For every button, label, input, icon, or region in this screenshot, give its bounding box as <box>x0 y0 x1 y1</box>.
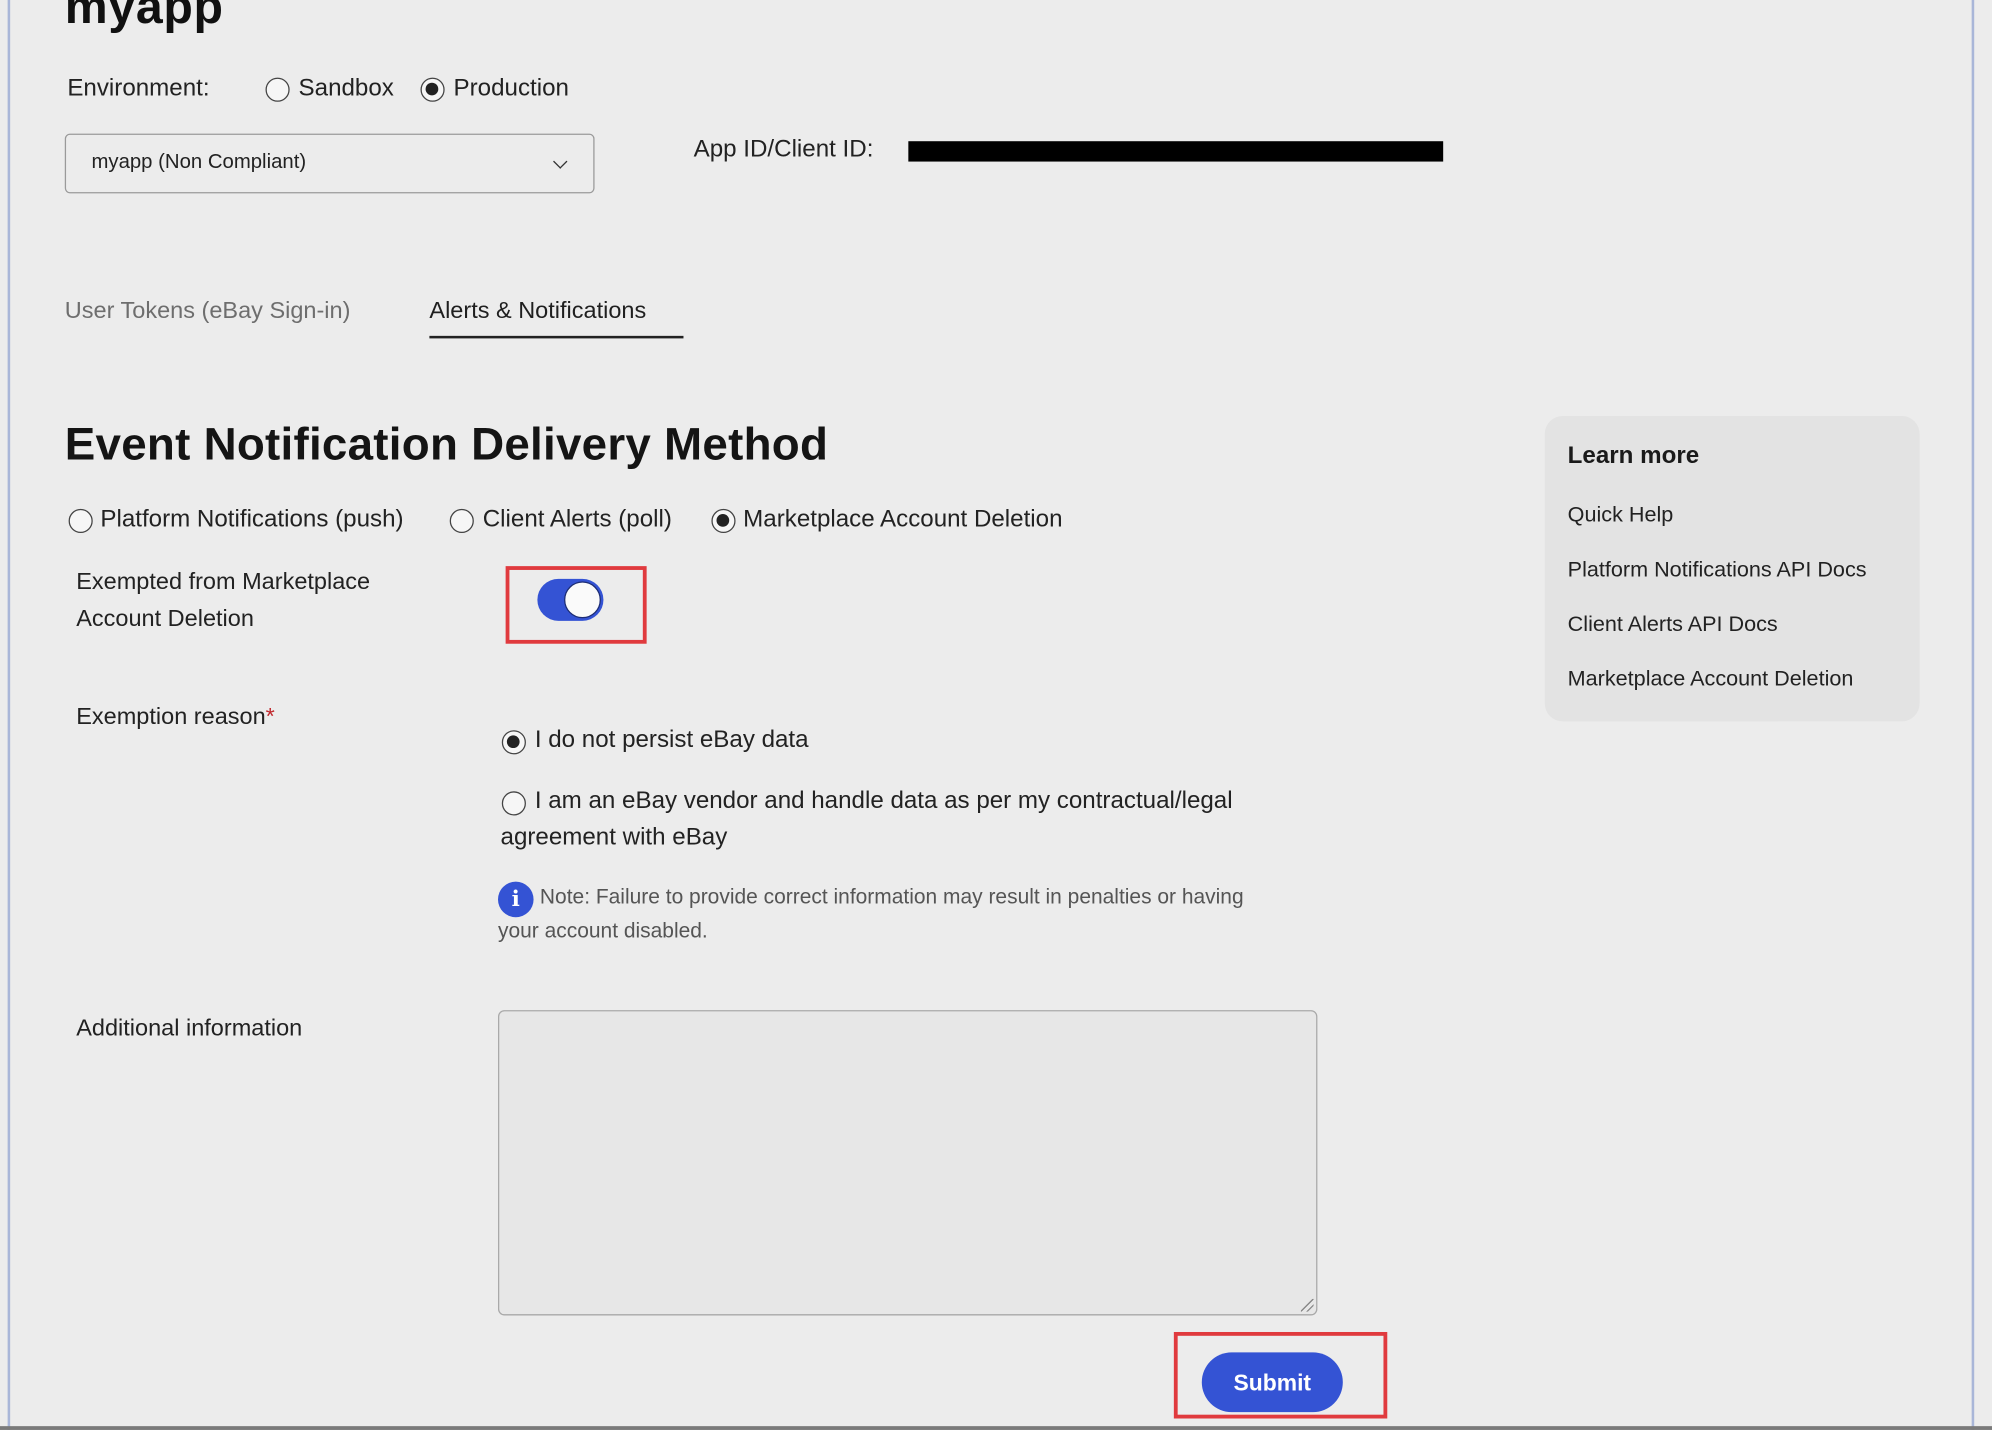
exempted-label-line1: Exempted from Marketplace <box>76 567 371 595</box>
required-mark: * <box>265 702 275 729</box>
reason-no-persist-label[interactable]: I do not persist eBay data <box>535 725 809 756</box>
app-id-redacted <box>908 141 1444 162</box>
delivery-marketplace-deletion-radio[interactable] <box>711 508 736 534</box>
delivery-platform-notifications-label[interactable]: Platform Notifications (push) <box>100 505 403 536</box>
app-select-value: myapp (Non Compliant) <box>91 151 307 174</box>
learn-more-link-quick-help[interactable]: Quick Help <box>1568 503 1674 528</box>
reason-vendor-label-line2[interactable]: agreement with eBay <box>501 823 728 854</box>
exemption-reason-text: Exemption reason <box>76 702 266 729</box>
environment-sandbox-label[interactable]: Sandbox <box>299 74 394 105</box>
delivery-client-alerts-label[interactable]: Client Alerts (poll) <box>483 505 672 536</box>
note-text: Note: Failure to provide correct informa… <box>497 885 1244 943</box>
learn-more-link-marketplace-deletion[interactable]: Marketplace Account Deletion <box>1568 667 1854 692</box>
learn-more-link-platform-notifications[interactable]: Platform Notifications API Docs <box>1568 557 1867 582</box>
app-title: myapp <box>64 0 224 35</box>
tab-alerts-notifications[interactable]: Alerts & Notifications <box>429 295 646 326</box>
info-icon: i <box>497 881 534 918</box>
environment-production-radio[interactable] <box>420 77 445 102</box>
app-id-label: App ID/Client ID: <box>693 136 874 163</box>
reason-vendor-radio[interactable] <box>501 791 526 816</box>
environment-production-label[interactable]: Production <box>454 74 569 105</box>
delivery-marketplace-deletion-label[interactable]: Marketplace Account Deletion <box>743 505 1062 536</box>
tab-user-tokens[interactable]: User Tokens (eBay Sign-in) <box>65 295 351 326</box>
learn-more-link-client-alerts[interactable]: Client Alerts API Docs <box>1568 612 1778 637</box>
section-title: Event Notification Delivery Method <box>64 417 829 470</box>
exempted-toggle[interactable] <box>537 578 604 621</box>
delivery-client-alerts-radio[interactable] <box>449 508 474 534</box>
app-select-dropdown[interactable]: myapp (Non Compliant) <box>64 133 595 194</box>
reason-vendor-label-line1[interactable]: I am an eBay vendor and handle data as p… <box>535 786 1233 817</box>
environment-label: Environment: <box>67 75 210 102</box>
reason-no-persist-radio[interactable] <box>501 730 526 755</box>
learn-more-title: Learn more <box>1567 442 1700 470</box>
exempted-label-line2: Account Deletion <box>76 604 254 632</box>
additional-info-label: Additional information <box>76 1013 303 1041</box>
exemption-reason-label: Exemption reason* <box>76 697 275 734</box>
learn-more-panel: Learn more Quick Help Platform Notificat… <box>1544 416 1920 722</box>
delivery-platform-notifications-radio[interactable] <box>68 508 93 534</box>
resize-grip-icon[interactable] <box>1300 1298 1314 1312</box>
chevron-down-icon <box>553 154 568 169</box>
active-tab-indicator <box>429 335 684 339</box>
window-border-left <box>7 0 11 1430</box>
window-border-bottom <box>0 1426 1992 1430</box>
toggle-knob <box>564 581 601 619</box>
additional-info-textarea[interactable] <box>497 1010 1318 1316</box>
window-border-right <box>1971 0 1975 1430</box>
submit-button[interactable]: Submit <box>1201 1352 1343 1413</box>
page: myapp Environment: Sandbox Production my… <box>0 0 1992 1430</box>
environment-sandbox-radio[interactable] <box>265 77 290 102</box>
